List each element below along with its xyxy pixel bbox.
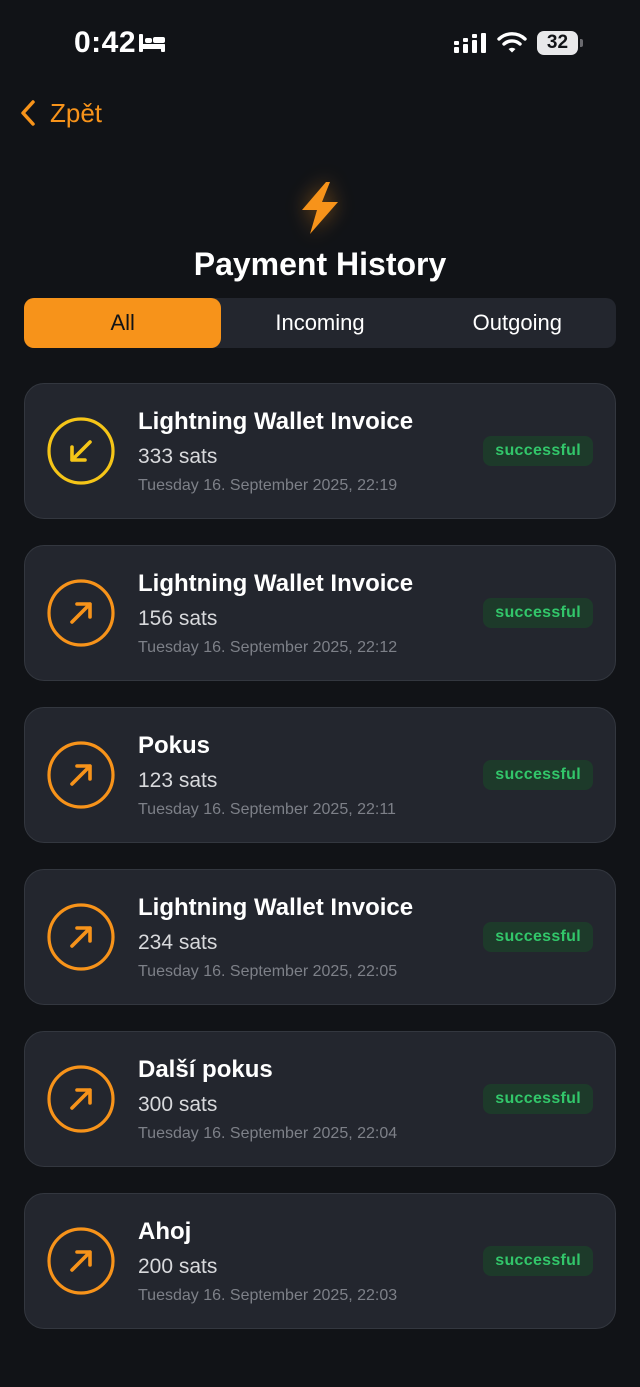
arrow-up-right-icon [47, 1227, 115, 1295]
payment-amount: 156 sats [138, 607, 218, 630]
payment-card[interactable]: Lightning Wallet Invoice 156 sats Tuesda… [24, 545, 616, 681]
payment-title: Lightning Wallet Invoice [138, 408, 414, 435]
arrow-up-right-icon [47, 579, 115, 647]
payment-card[interactable]: Lightning Wallet Invoice 333 sats Tuesda… [24, 383, 616, 519]
status-badge: successful [483, 598, 593, 628]
tab-all[interactable]: All [24, 298, 222, 348]
arrow-up-right-icon [47, 1065, 115, 1133]
tab-outgoing[interactable]: Outgoing [419, 298, 616, 348]
payment-card[interactable]: Lightning Wallet Invoice 234 sats Tuesda… [24, 869, 616, 1005]
payment-title: Lightning Wallet Invoice [138, 894, 414, 921]
payment-date: Tuesday 16. September 2025, 22:04 [138, 1125, 398, 1142]
payment-card[interactable]: Pokus 123 sats Tuesday 16. September 202… [24, 707, 616, 843]
payment-amount: 333 sats [138, 445, 218, 468]
payment-amount: 300 sats [138, 1093, 218, 1116]
back-label: Zpět [50, 97, 103, 128]
payment-amount: 123 sats [138, 769, 218, 792]
payment-card[interactable]: Další pokus 300 sats Tuesday 16. Septemb… [24, 1031, 616, 1167]
bed-icon [139, 34, 165, 52]
back-button[interactable]: Zpět [18, 94, 102, 132]
payment-amount: 234 sats [138, 931, 218, 954]
payment-date: Tuesday 16. September 2025, 22:19 [138, 477, 398, 494]
payment-date: Tuesday 16. September 2025, 22:11 [138, 801, 396, 818]
battery-indicator: 32 [537, 31, 583, 55]
payment-date: Tuesday 16. September 2025, 22:12 [138, 639, 398, 656]
status-badge: successful [483, 922, 593, 952]
signal-icon [454, 33, 486, 53]
payment-list: Lightning Wallet Invoice 333 sats Tuesda… [24, 383, 616, 1355]
lightning-bolt-icon [302, 182, 338, 234]
payment-title: Pokus [138, 732, 211, 759]
page-title: Payment History [193, 246, 447, 282]
status-badge: successful [483, 436, 593, 466]
battery-level: 32 [546, 32, 569, 53]
wifi-icon [497, 32, 527, 53]
status-time: 0:42 [74, 26, 137, 59]
payment-card[interactable]: Ahoj 200 sats Tuesday 16. September 2025… [24, 1193, 616, 1329]
status-badge: successful [483, 1246, 593, 1276]
payment-amount: 200 sats [138, 1255, 218, 1278]
payment-title: Lightning Wallet Invoice [138, 570, 414, 597]
payment-date: Tuesday 16. September 2025, 22:05 [138, 963, 398, 980]
status-badge: successful [483, 760, 593, 790]
filter-tabs: All Incoming Outgoing [24, 298, 616, 348]
payment-title: Další pokus [138, 1056, 273, 1083]
payment-title: Ahoj [138, 1218, 192, 1245]
battery-tip [580, 39, 583, 47]
chevron-left-icon [21, 100, 35, 126]
tab-incoming[interactable]: Incoming [221, 298, 418, 348]
arrow-down-left-icon [47, 417, 115, 485]
payment-date: Tuesday 16. September 2025, 22:03 [138, 1287, 398, 1304]
arrow-up-right-icon [47, 903, 115, 971]
status-bar: 0:42 32 [0, 0, 640, 88]
arrow-up-right-icon [47, 741, 115, 809]
status-badge: successful [483, 1084, 593, 1114]
